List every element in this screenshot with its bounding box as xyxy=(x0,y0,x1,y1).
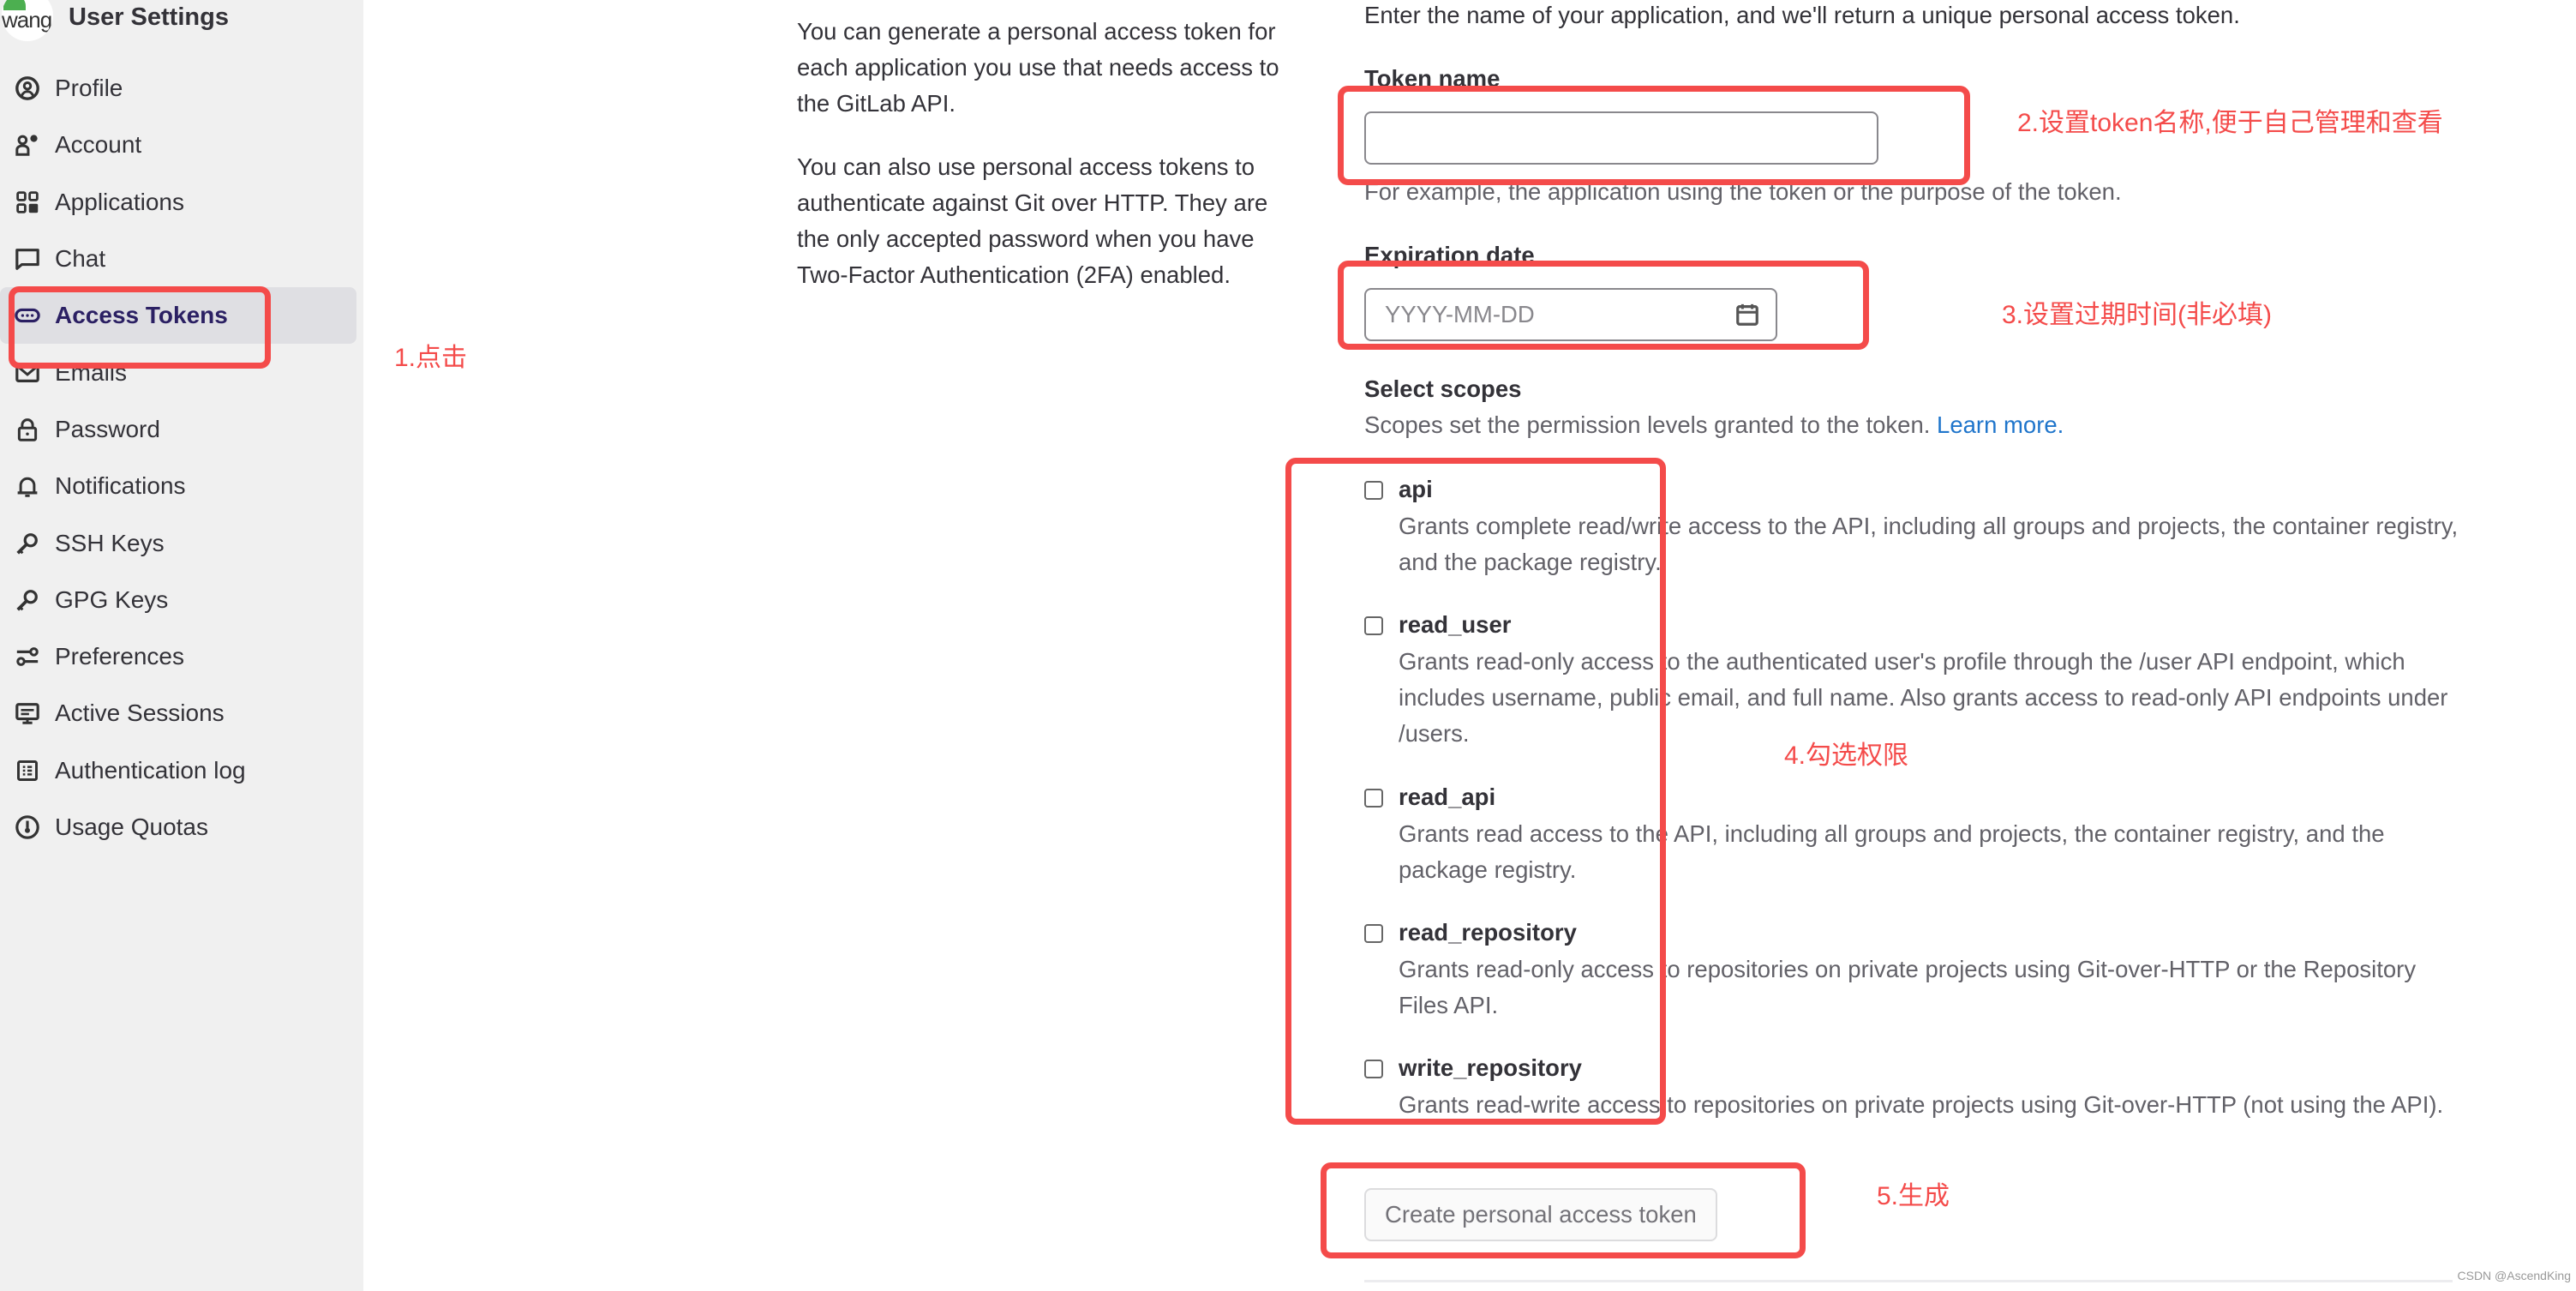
scope-name: api xyxy=(1399,476,1433,502)
annotation-step2: 2.设置token名称,便于自己管理和查看 xyxy=(2017,109,2443,137)
avatar[interactable]: wang xyxy=(2,0,53,41)
expiration-date-input[interactable]: YYYY-MM-DD xyxy=(1364,288,1777,341)
sidebar-nav: Profile Account Applications Chat Access… xyxy=(0,60,363,856)
sidebar-item-label: SSH Keys xyxy=(55,529,165,556)
scope-name: write_repository xyxy=(1399,1054,1582,1081)
token-icon xyxy=(14,302,41,329)
sidebar-item-label: Chat xyxy=(55,245,106,273)
lock-icon xyxy=(14,416,41,443)
token-name-label: Token name xyxy=(1364,65,1501,92)
sidebar-item-label: Profile xyxy=(55,75,123,102)
sidebar-title: User Settings xyxy=(69,3,229,31)
bell-icon xyxy=(14,472,41,500)
sidebar-item-gpg-keys[interactable]: GPG Keys xyxy=(0,572,363,628)
token-description: You can generate a personal access token… xyxy=(797,14,1303,321)
annotation-step3: 3.设置过期时间(非必填) xyxy=(2002,301,2272,329)
scope-description: Grants read-only access to the authentic… xyxy=(1399,648,2448,747)
form-divider xyxy=(1364,1280,2453,1282)
expiration-date-label: Expiration date xyxy=(1364,242,1535,268)
sidebar-item-label: Notifications xyxy=(55,472,186,500)
scope-description: Grants read-write access to repositories… xyxy=(1399,1091,2444,1118)
sidebar-item-active-sessions[interactable]: Active Sessions xyxy=(0,685,363,742)
sidebar-item-usage-quotas[interactable]: Usage Quotas xyxy=(0,799,363,856)
scopes-help: Scopes set the permission levels granted… xyxy=(1364,411,2064,439)
sidebar-header: wang User Settings xyxy=(0,0,363,41)
preferences-icon xyxy=(14,643,41,670)
sidebar-item-label: Account xyxy=(55,131,142,159)
token-name-input[interactable] xyxy=(1364,111,1878,165)
scope-checkbox[interactable] xyxy=(1364,616,1383,635)
sidebar-item-chat[interactable]: Chat xyxy=(0,231,363,287)
create-token-button[interactable]: Create personal access token xyxy=(1364,1188,1717,1241)
scope-checkbox[interactable] xyxy=(1364,924,1383,943)
sidebar-item-account[interactable]: Account xyxy=(0,117,363,173)
description-paragraph-1: You can generate a personal access token… xyxy=(797,18,1279,117)
avatar-alt-text: wang xyxy=(2,7,52,33)
sidebar-item-label: Preferences xyxy=(55,643,184,670)
applications-icon xyxy=(14,189,41,216)
scope-description: Grants read-only access to repositories … xyxy=(1399,956,2417,1018)
watermark: CSDN @AscendKing xyxy=(2457,1269,2572,1282)
annotation-step1: 1.点击 xyxy=(394,344,468,372)
chat-icon xyxy=(14,245,41,273)
account-icon xyxy=(14,131,41,159)
sidebar-item-emails[interactable]: Emails xyxy=(0,344,363,400)
sidebar-item-password[interactable]: Password xyxy=(0,401,363,458)
sidebar-item-authentication-log[interactable]: Authentication log xyxy=(0,742,363,799)
quota-icon xyxy=(14,814,41,841)
key-icon xyxy=(14,586,41,614)
sidebar-item-label: Usage Quotas xyxy=(55,814,208,840)
scopes-help-text: Scopes set the permission levels granted… xyxy=(1364,411,1931,438)
calendar-icon[interactable] xyxy=(1734,302,1760,332)
annotation-step4: 4.勾选权限 xyxy=(1784,742,1909,770)
sidebar-item-notifications[interactable]: Notifications xyxy=(0,458,363,514)
description-paragraph-2: You can also use personal access tokens … xyxy=(797,153,1268,288)
profile-icon xyxy=(14,75,41,102)
sidebar-item-preferences[interactable]: Preferences xyxy=(0,628,363,685)
sidebar-item-label: Emails xyxy=(55,358,128,386)
sidebar-item-label: Access Tokens xyxy=(55,302,228,329)
sidebar-item-profile[interactable]: Profile xyxy=(0,60,363,117)
annotation-step5: 5.生成 xyxy=(1877,1182,1950,1210)
key-icon xyxy=(14,530,41,557)
sidebar-item-label: GPG Keys xyxy=(55,585,169,613)
scope-description: Grants read access to the API, including… xyxy=(1399,820,2385,883)
scope-name: read_user xyxy=(1399,611,1512,638)
sidebar-item-label: Password xyxy=(55,415,160,442)
select-scopes-label: Select scopes xyxy=(1364,375,1522,402)
sidebar-item-applications[interactable]: Applications xyxy=(0,174,363,231)
scope-checkbox[interactable] xyxy=(1364,1060,1383,1078)
scope-checkbox[interactable] xyxy=(1364,481,1383,500)
scope-checkbox[interactable] xyxy=(1364,789,1383,808)
scope-name: read_repository xyxy=(1399,919,1577,946)
expiration-date-placeholder: YYYY-MM-DD xyxy=(1385,301,1535,327)
sidebar-item-label: Active Sessions xyxy=(55,700,225,727)
token-name-help: For example, the application using the t… xyxy=(1364,178,2122,205)
scope-name: read_api xyxy=(1399,784,1496,810)
scope-description: Grants complete read/write access to the… xyxy=(1399,513,2459,575)
sidebar-item-access-tokens[interactable]: Access Tokens xyxy=(0,287,356,345)
monitor-icon xyxy=(14,700,41,727)
learn-more-link[interactable]: Learn more. xyxy=(1937,411,2064,438)
sidebar: wang User Settings Profile Account Appli… xyxy=(0,0,363,1291)
log-icon xyxy=(14,757,41,784)
email-icon xyxy=(14,359,41,387)
sidebar-item-label: Authentication log xyxy=(55,756,246,784)
sidebar-item-label: Applications xyxy=(55,188,184,215)
form-intro: Enter the name of your application, and … xyxy=(1364,2,2240,28)
sidebar-item-ssh-keys[interactable]: SSH Keys xyxy=(0,514,363,571)
